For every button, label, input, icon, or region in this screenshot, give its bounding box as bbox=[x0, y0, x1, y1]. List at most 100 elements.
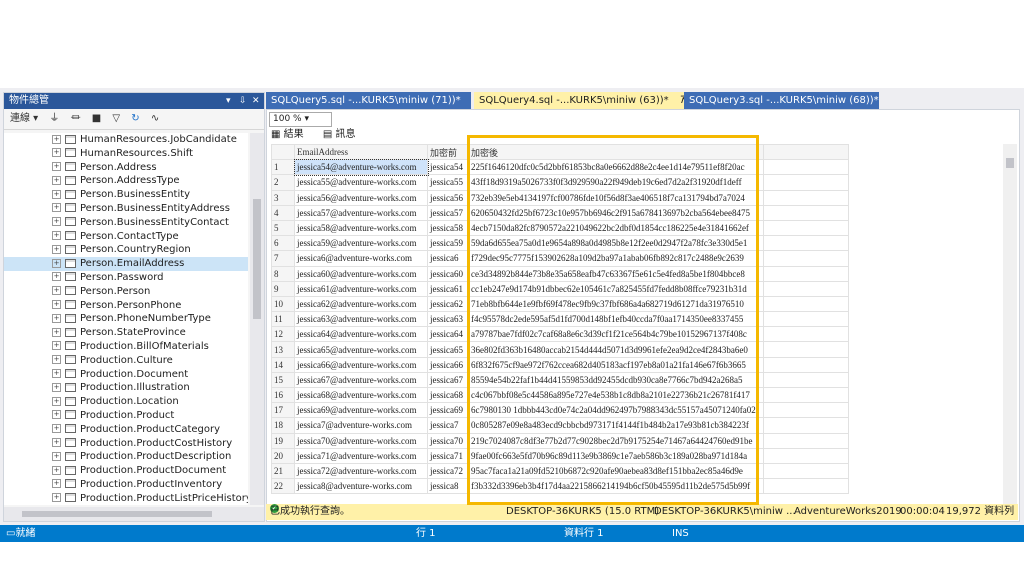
tree-item-table[interactable]: + Person.StateProvince bbox=[4, 326, 248, 340]
expand-icon[interactable]: + bbox=[52, 134, 61, 144]
grid-cell[interactable]: jessica72@adventure-works.com bbox=[294, 462, 428, 480]
grid-cell[interactable]: jessica57@adventure-works.com bbox=[294, 204, 428, 221]
expand-icon[interactable]: + bbox=[52, 300, 61, 310]
grid-cell[interactable]: jessica64@adventure-works.com bbox=[294, 326, 428, 343]
tree-item-table[interactable]: + Production.ProductCostHistory bbox=[4, 437, 248, 451]
grid-cell[interactable]: jessica55 bbox=[427, 174, 469, 191]
grid-cell[interactable]: jessica58@adventure-works.com bbox=[294, 219, 428, 237]
expand-icon[interactable]: + bbox=[52, 382, 61, 392]
zoom-select[interactable]: 100 % ▾ bbox=[269, 112, 332, 127]
expand-icon[interactable]: + bbox=[52, 272, 61, 282]
expand-icon[interactable]: + bbox=[52, 313, 61, 323]
expand-icon[interactable]: + bbox=[52, 438, 61, 448]
close-icon[interactable]: ✕ bbox=[252, 93, 260, 109]
grid-cell[interactable]: jessica68@adventure-works.com bbox=[294, 386, 428, 404]
grid-cell[interactable]: jessica61@adventure-works.com bbox=[294, 280, 428, 297]
grid-cell[interactable]: jessica65 bbox=[427, 341, 469, 358]
tab-sqlquery4[interactable]: SQLQuery4.sql -...KURK5\miniw (63))* ⊼ ✕ bbox=[474, 92, 699, 109]
tab-sqlquery5[interactable]: SQLQuery5.sql -...KURK5\miniw (71))* bbox=[266, 92, 471, 109]
tree-item-table[interactable]: + Production.BillOfMaterials bbox=[4, 340, 248, 354]
expand-icon[interactable]: + bbox=[52, 327, 61, 337]
connect-button[interactable]: 連線 ▾ bbox=[10, 113, 38, 124]
column-header-before[interactable]: 加密前 bbox=[427, 144, 469, 161]
tab-sqlquery3[interactable]: SQLQuery3.sql -...KURK5\miniw (68))* bbox=[684, 92, 879, 109]
grid-cell[interactable]: jessica7@adventure-works.com bbox=[294, 417, 428, 434]
grid-cell[interactable]: jessica6@adventure-works.com bbox=[294, 250, 428, 267]
tree-item-table[interactable]: + Person.BusinessEntityContact bbox=[4, 216, 248, 230]
grid-cell[interactable]: jessica62@adventure-works.com bbox=[294, 295, 428, 313]
tab-messages[interactable]: ▤ 訊息 bbox=[323, 129, 364, 140]
grid-cell[interactable]: jessica56@adventure-works.com bbox=[294, 189, 428, 206]
grid-cell[interactable]: jessica69@adventure-works.com bbox=[294, 402, 428, 419]
stop-icon[interactable]: ■ bbox=[92, 113, 101, 124]
grid-cell[interactable]: jessica59@adventure-works.com bbox=[294, 235, 428, 252]
grid-cell[interactable]: jessica6 bbox=[427, 250, 469, 267]
filter-icon[interactable]: ▽ bbox=[112, 113, 120, 124]
expand-icon[interactable]: + bbox=[52, 175, 61, 185]
tree-item-table[interactable]: + Production.Illustration bbox=[4, 381, 248, 395]
scrollbar-thumb[interactable] bbox=[253, 199, 261, 319]
tree-item-table[interactable]: + Person.EmailAddress bbox=[4, 257, 248, 271]
explorer-vertical-scrollbar[interactable] bbox=[250, 133, 264, 505]
grid-cell[interactable]: jessica64 bbox=[427, 326, 469, 343]
tree-item-table[interactable]: + Person.PersonPhone bbox=[4, 299, 248, 313]
tree-item-table[interactable]: + Production.ProductInventory bbox=[4, 478, 248, 492]
tree-item-table[interactable]: + Person.ContactType bbox=[4, 230, 248, 244]
grid-cell[interactable]: jessica55@adventure-works.com bbox=[294, 174, 428, 191]
tree-item-table[interactable]: + Production.ProductDescription bbox=[4, 450, 248, 464]
expand-icon[interactable]: + bbox=[52, 424, 61, 434]
tree-item-table[interactable]: + HumanResources.Shift bbox=[4, 147, 248, 161]
pin-icon[interactable]: ⇩ bbox=[239, 93, 247, 109]
expand-icon[interactable]: + bbox=[52, 258, 61, 268]
grid-cell[interactable]: jessica67 bbox=[427, 371, 469, 389]
expand-icon[interactable]: + bbox=[52, 286, 61, 296]
tree-item-table[interactable]: + Production.Product bbox=[4, 409, 248, 423]
plug-icon[interactable]: ⏚ bbox=[49, 113, 59, 124]
grid-cell[interactable]: jessica54@adventure-works.com bbox=[293, 158, 429, 176]
tree-item-table[interactable]: + Person.BusinessEntity bbox=[4, 188, 248, 202]
grid-cell[interactable]: jessica63@adventure-works.com bbox=[294, 311, 428, 328]
grid-vertical-scrollbar[interactable] bbox=[1003, 144, 1017, 508]
grid-cell[interactable]: jessica59 bbox=[427, 235, 469, 252]
tree-item-table[interactable]: + Person.AddressType bbox=[4, 174, 248, 188]
grid-cell[interactable]: jessica60 bbox=[427, 265, 469, 282]
tree-item-table[interactable]: + Person.Password bbox=[4, 271, 248, 285]
expand-icon[interactable]: + bbox=[52, 244, 61, 254]
grid-cell[interactable]: jessica66@adventure-works.com bbox=[294, 356, 428, 373]
grid-cell[interactable]: jessica67@adventure-works.com bbox=[294, 371, 428, 389]
expand-icon[interactable]: + bbox=[52, 410, 61, 420]
expand-icon[interactable]: + bbox=[52, 451, 61, 461]
expand-icon[interactable]: + bbox=[52, 341, 61, 351]
grid-cell[interactable]: jessica66 bbox=[427, 356, 469, 373]
scrollbar-thumb[interactable] bbox=[1006, 158, 1014, 168]
expand-icon[interactable]: + bbox=[52, 217, 61, 227]
grid-cell[interactable]: jessica61 bbox=[427, 280, 469, 297]
tree-item-table[interactable]: + Production.Document bbox=[4, 368, 248, 382]
grid-cell[interactable]: jessica71@adventure-works.com bbox=[294, 447, 428, 464]
expand-icon[interactable]: + bbox=[52, 231, 61, 241]
tree-item-table[interactable]: + Production.ProductDocument bbox=[4, 464, 248, 478]
grid-cell[interactable]: jessica62 bbox=[427, 295, 469, 313]
grid-cell[interactable]: jessica56 bbox=[427, 189, 469, 206]
grid-cell[interactable]: jessica70 bbox=[427, 432, 469, 449]
expand-icon[interactable]: + bbox=[52, 162, 61, 172]
scrollbar-thumb[interactable] bbox=[22, 511, 212, 517]
tree-item-table[interactable]: + Production.Culture bbox=[4, 354, 248, 368]
grid-cell[interactable]: jessica63 bbox=[427, 311, 469, 328]
tree-item-table[interactable]: + Person.Address bbox=[4, 161, 248, 175]
grid-cell[interactable]: jessica70@adventure-works.com bbox=[294, 432, 428, 449]
expand-icon[interactable]: + bbox=[52, 396, 61, 406]
grid-cell[interactable]: jessica65@adventure-works.com bbox=[294, 341, 428, 358]
tree-item-table[interactable]: + Person.Person bbox=[4, 285, 248, 299]
tree-item-table[interactable]: + Production.Location bbox=[4, 395, 248, 409]
tree-item-table[interactable]: + Production.ProductCategory bbox=[4, 423, 248, 437]
dropdown-icon[interactable]: ▾ bbox=[226, 93, 231, 109]
grid-cell[interactable]: jessica58 bbox=[427, 219, 469, 237]
grid-cell[interactable]: jessica60@adventure-works.com bbox=[294, 265, 428, 282]
grid-cell[interactable]: jessica71 bbox=[427, 447, 469, 464]
tree-item-table[interactable]: + HumanResources.JobCandidate bbox=[4, 133, 248, 147]
refresh-icon[interactable]: ↻ bbox=[131, 113, 139, 124]
activity-icon[interactable]: ∿ bbox=[151, 113, 159, 124]
expand-icon[interactable]: + bbox=[52, 355, 61, 365]
tree-item-table[interactable]: + Person.PhoneNumberType bbox=[4, 312, 248, 326]
